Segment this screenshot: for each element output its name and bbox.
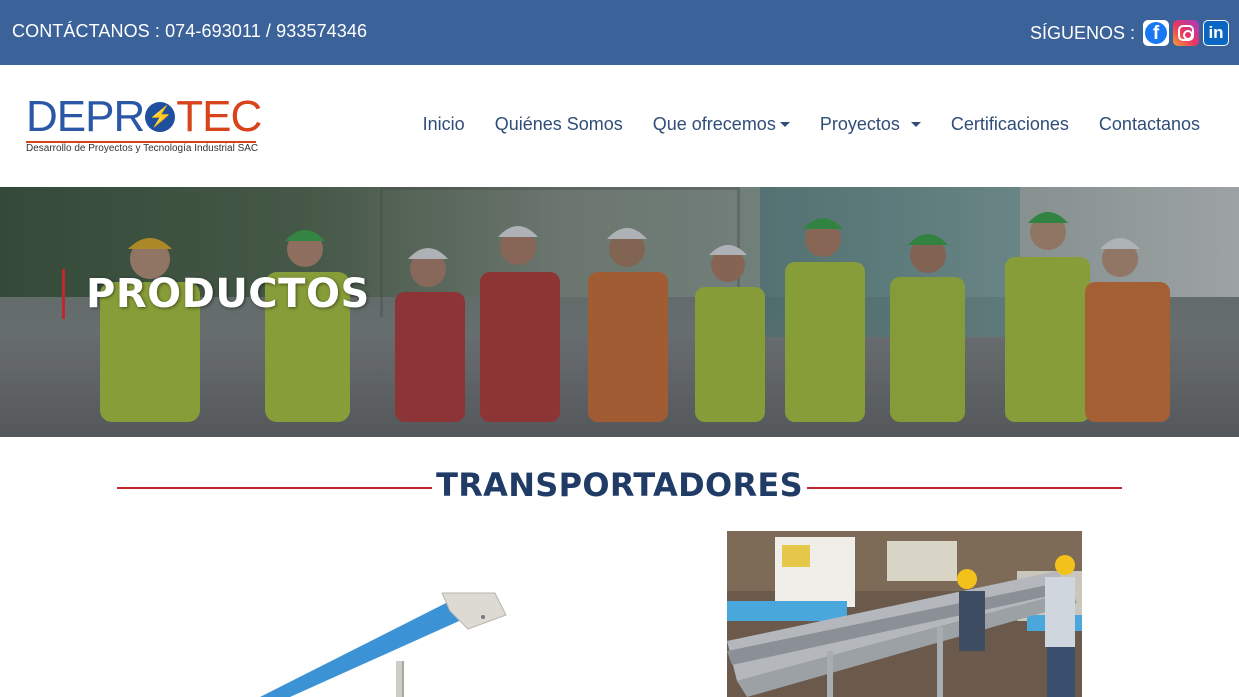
site-header: DEPR ⚡ TEC Desarrollo de Proyectos y Tec…: [0, 65, 1239, 187]
nav-que-ofrecemos[interactable]: Que ofrecemos: [653, 114, 790, 135]
product-image-conveyor-render[interactable]: [150, 531, 570, 697]
conveyor-installation-photo: [727, 531, 1082, 697]
nav-contactanos[interactable]: Contactanos: [1099, 114, 1200, 135]
logo-text-depr: DEPR: [26, 92, 145, 141]
nav-label: Proyectos: [819, 114, 900, 134]
instagram-glyph: [1178, 25, 1194, 41]
caret-down-icon: [910, 122, 921, 127]
instagram-icon[interactable]: [1173, 20, 1199, 46]
section-heading-transportadores: TRANSPORTADORES: [117, 462, 1122, 510]
nav-label: Que ofrecemos: [652, 114, 776, 134]
section-title: TRANSPORTADORES: [436, 466, 803, 504]
product-image-conveyor-photo[interactable]: [727, 531, 1082, 697]
facebook-icon[interactable]: f: [1143, 20, 1169, 46]
nav-label: Quiénes Somos: [494, 114, 623, 134]
company-logo[interactable]: DEPR ⚡ TEC Desarrollo de Proyectos y Tec…: [26, 95, 266, 157]
nav-inicio[interactable]: Inicio: [423, 114, 465, 135]
nav-label: Certificaciones: [950, 114, 1069, 134]
linkedin-glyph: in: [1204, 21, 1228, 45]
caret-down-icon: [779, 122, 790, 127]
hero-banner: PRODUCTOS: [0, 187, 1239, 437]
top-contact-bar: CONTÁCTANOS : 074-693011 / 933574346 SÍG…: [0, 0, 1239, 65]
logo-wordmark: DEPR ⚡ TEC: [26, 95, 266, 139]
nav-proyectos[interactable]: Proyectos: [820, 114, 921, 135]
hero-title-block: PRODUCTOS: [62, 269, 370, 319]
nav-label: Inicio: [422, 114, 465, 134]
follow-label: SÍGUENOS :: [1029, 22, 1135, 43]
nav-certificaciones[interactable]: Certificaciones: [951, 114, 1069, 135]
nav-quienes-somos[interactable]: Quiénes Somos: [495, 114, 623, 135]
main-nav: Inicio Quiénes Somos Que ofrecemos Proye…: [423, 114, 1200, 135]
contact-phone-text: CONTÁCTANOS : 074-693011 / 933574346: [12, 21, 368, 41]
logo-tagline: Desarrollo de Proyectos y Tecnología Ind…: [26, 143, 259, 154]
linkedin-icon[interactable]: in: [1203, 20, 1229, 46]
social-links: SÍGUENOS : f in: [1030, 20, 1229, 46]
nav-label: Contactanos: [1098, 114, 1200, 134]
page-title: PRODUCTOS: [86, 271, 370, 317]
logo-text-tec: TEC: [176, 92, 262, 141]
lightning-bolt-icon: ⚡: [145, 102, 176, 132]
conveyor-render-graphic: [260, 592, 507, 697]
facebook-glyph: f: [1145, 22, 1167, 44]
